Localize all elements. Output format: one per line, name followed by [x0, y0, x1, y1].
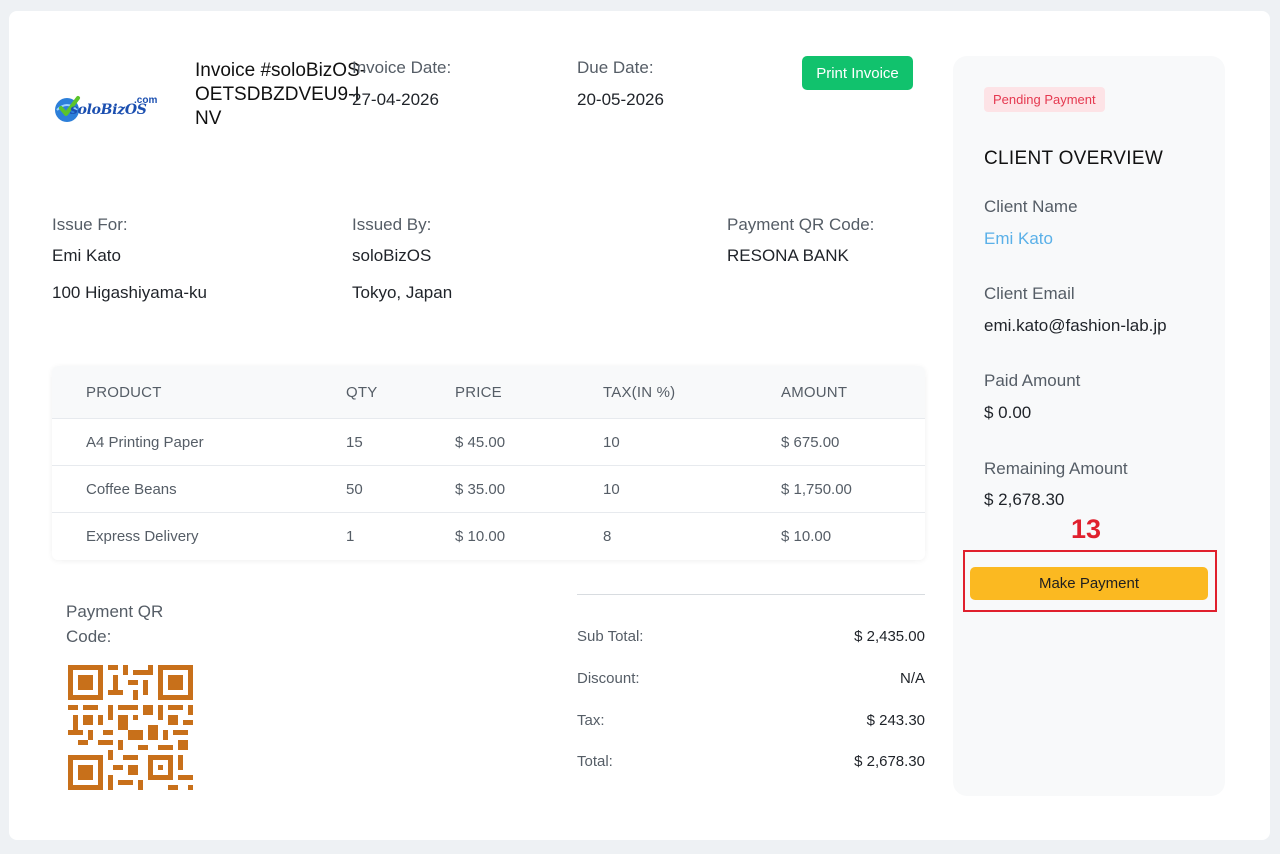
invoice-date-value: 27-04-2026: [352, 90, 439, 109]
discount-value: N/A: [899, 670, 925, 687]
header-qty: QTY: [346, 384, 378, 401]
cell-product: Coffee Beans: [86, 481, 177, 498]
remaining-amount-label: Remaining Amount: [984, 459, 1128, 478]
total-value: $ 2,678.30: [854, 753, 925, 770]
logo-text: soloBizOS: [70, 102, 147, 118]
issued-by-label: Issued By:: [352, 215, 432, 234]
issued-by-name: soloBizOS: [352, 246, 432, 265]
products-table: PRODUCT QTY PRICE TAX(IN %) AMOUNT A4 Pr…: [52, 366, 925, 560]
qr-code-image: [68, 665, 193, 790]
tax-value: $ 243.30: [866, 712, 925, 729]
cell-price: $ 10.00: [455, 528, 506, 545]
cell-amount: $ 10.00: [781, 528, 832, 545]
cell-tax: 8: [603, 528, 612, 545]
cell-amount: $ 675.00: [781, 434, 840, 451]
header-price: PRICE: [455, 384, 502, 401]
payment-qr-label: Payment QR Code:: [727, 215, 875, 234]
discount-label: Discount:: [577, 670, 640, 687]
print-invoice-button[interactable]: Print Invoice: [802, 56, 913, 90]
client-email-label: Client Email: [984, 284, 1075, 303]
header-tax: TAX(IN %): [603, 384, 676, 401]
due-date-value: 20-05-2026: [577, 90, 664, 109]
table-row: Coffee Beans 50 $ 35.00 10 $ 1,750.00: [52, 466, 925, 513]
subtotal-value: $ 2,435.00: [854, 628, 925, 645]
cell-tax: 10: [603, 481, 620, 498]
issue-for-label: Issue For:: [52, 215, 128, 234]
step-number-annotation: 13: [1071, 514, 1102, 544]
summary-divider: [577, 594, 925, 595]
subtotal-label: Sub Total:: [577, 628, 644, 645]
paid-amount-value: $ 0.00: [984, 403, 1032, 422]
make-payment-button[interactable]: Make Payment: [970, 567, 1208, 600]
cell-qty: 50: [346, 481, 363, 498]
table-row: Express Delivery 1 $ 10.00 8 $ 10.00: [52, 513, 925, 560]
cell-tax: 10: [603, 434, 620, 451]
table-row: A4 Printing Paper 15 $ 45.00 10 $ 675.00: [52, 419, 925, 466]
client-name-link[interactable]: Emi Kato: [984, 229, 1053, 249]
invoice-date-label: Invoice Date:: [352, 58, 452, 77]
issue-for-name: Emi Kato: [52, 246, 121, 265]
cell-qty: 1: [346, 528, 355, 545]
header-amount: AMOUNT: [781, 384, 848, 401]
due-date-label: Due Date:: [577, 58, 654, 77]
tax-label: Tax:: [577, 712, 605, 729]
cell-product: A4 Printing Paper: [86, 434, 204, 451]
bank-name: RESONA BANK: [727, 246, 849, 265]
client-overview-heading: CLIENT OVERVIEW: [984, 148, 1164, 169]
cell-qty: 15: [346, 434, 363, 451]
qr-code-label: Payment QR Code:: [66, 602, 164, 646]
header-product: PRODUCT: [86, 384, 162, 401]
invoice-number: Invoice #soloBizOS-OETSDBZDVEU9-INV: [195, 60, 367, 129]
cell-price: $ 35.00: [455, 481, 506, 498]
total-label: Total:: [577, 753, 613, 770]
issue-for-address: 100 Higashiyama-ku: [52, 283, 207, 302]
table-header: PRODUCT QTY PRICE TAX(IN %) AMOUNT: [52, 366, 925, 419]
remaining-amount-value: $ 2,678.30: [984, 490, 1065, 509]
cell-product: Express Delivery: [86, 528, 199, 545]
brand-logo: .com soloBizOS: [52, 90, 167, 126]
cell-amount: $ 1,750.00: [781, 481, 852, 498]
cell-price: $ 45.00: [455, 434, 506, 451]
client-email-value: emi.kato@fashion-lab.jp: [984, 316, 1167, 335]
status-badge: Pending Payment: [984, 87, 1105, 112]
client-name-label: Client Name: [984, 197, 1078, 216]
paid-amount-label: Paid Amount: [984, 371, 1081, 390]
issued-by-address: Tokyo, Japan: [352, 283, 453, 302]
